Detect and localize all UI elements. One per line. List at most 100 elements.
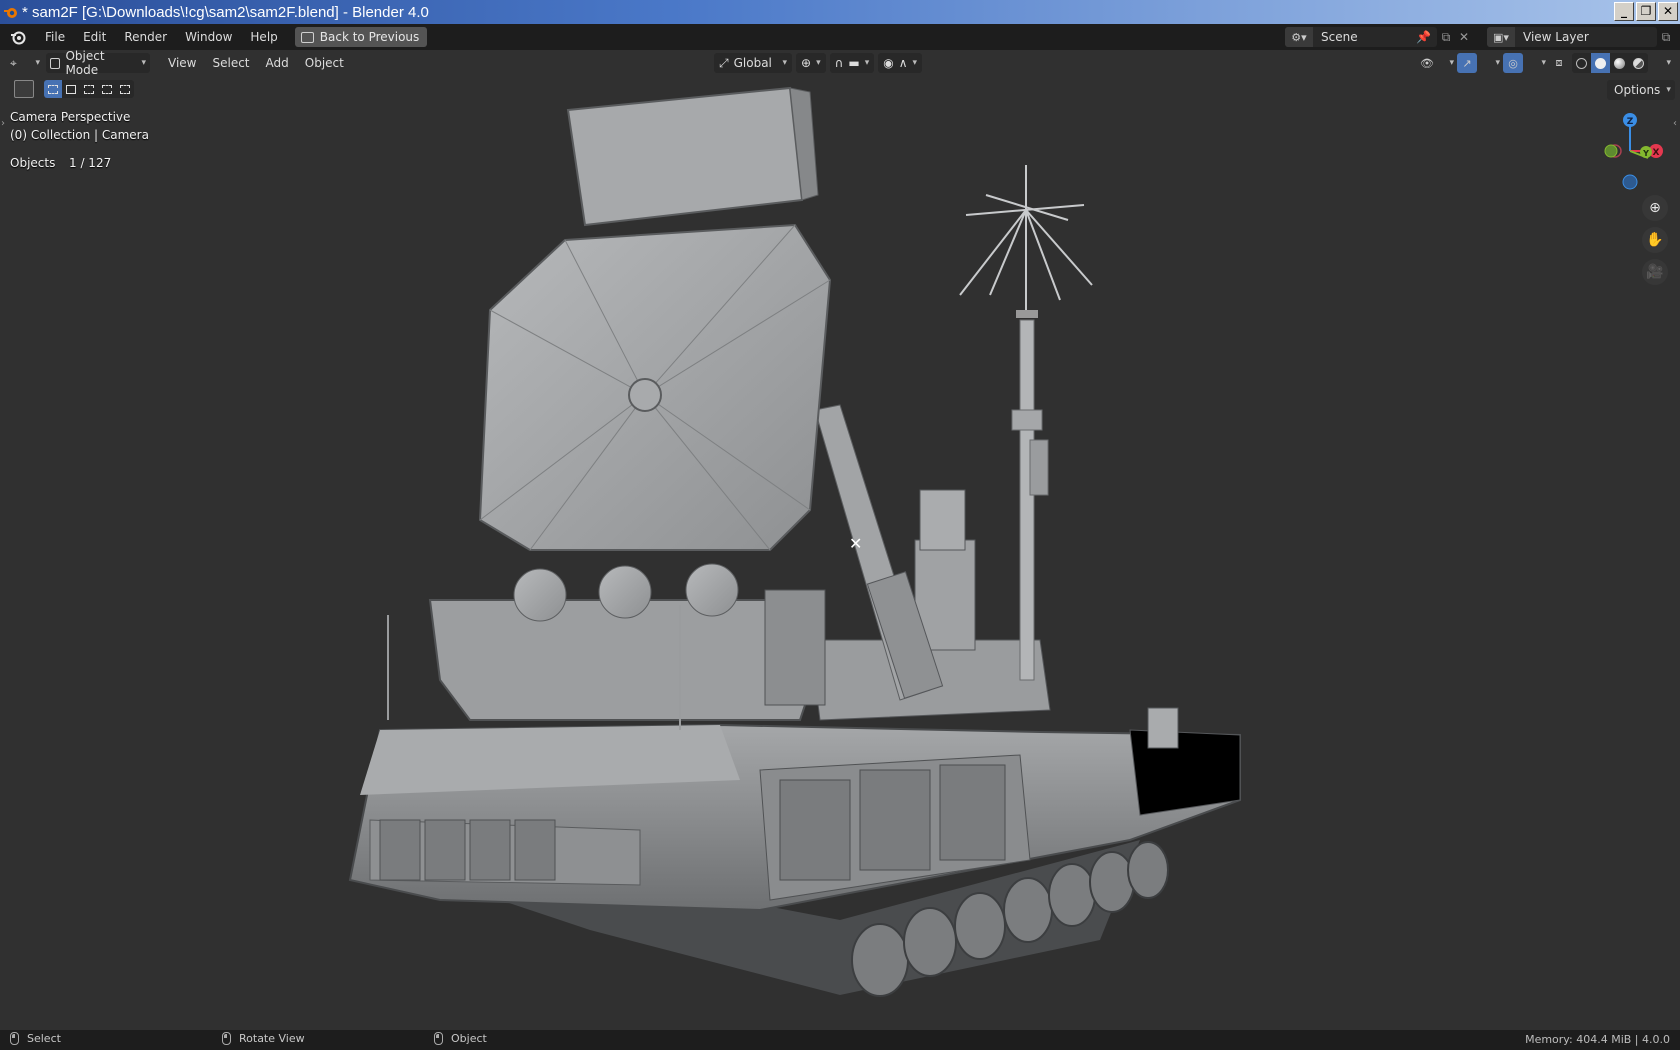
shading-dropdown[interactable]: ▾ [1651,53,1671,73]
material-shading-button[interactable] [1610,53,1629,73]
objects-stat-label: Objects [10,156,56,170]
overlays-toggle[interactable]: ◎ [1503,53,1523,73]
menu-help[interactable]: Help [241,26,286,48]
navigation-gizmo[interactable]: Z X Y [1590,108,1670,198]
select-invert-icon [102,84,112,94]
wireframe-sphere-icon [1576,57,1587,69]
select-new-icon [48,84,58,94]
toolbar-expand-icon[interactable]: › [1,118,5,129]
menu-file[interactable]: File [36,26,74,48]
status-select-label: Select [27,1032,61,1045]
editor-type-button[interactable]: ⌖ ▾ [10,53,40,73]
rendered-sphere-icon [1633,57,1644,69]
scene-icon[interactable]: ⚙▾ [1285,27,1313,47]
object-mode-dropdown[interactable]: Object Mode ▾ [46,49,150,77]
chevron-down-icon: ▾ [1541,58,1546,68]
window-title: * sam2F [G:\Downloads\!cg\sam2\sam2F.ble… [22,3,429,21]
transform-orientation-dropdown[interactable]: ⤢ Global ▾ [714,53,792,73]
wireframe-shading-button[interactable] [1572,53,1591,73]
material-sphere-icon [1614,57,1625,69]
gizmo-toggle[interactable]: ↗ [1457,53,1477,73]
proportional-editing-toggle[interactable]: ◉ ∧ ▾ [878,53,923,73]
overlays-dropdown[interactable]: ▾ [1526,53,1546,73]
back-to-previous-button[interactable]: Back to Previous [294,27,428,47]
new-scene-icon[interactable]: ⧉ [1437,27,1455,47]
sidebar-expand-icon[interactable]: ‹ [1673,118,1677,129]
menu-add[interactable]: Add [258,56,297,70]
options-dropdown[interactable]: Options ▾ [1607,80,1675,100]
back-to-previous-label: Back to Previous [319,30,420,44]
select-extend-button[interactable] [62,80,80,98]
blender-topbar: File Edit Render Window Help Back to Pre… [0,24,1680,50]
close-button[interactable]: ✕ [1658,2,1678,21]
snap-target-icon: ▬ [848,56,860,70]
xray-toggle[interactable]: ⧈ [1549,53,1569,73]
chevron-down-icon: ▾ [1666,85,1671,95]
chevron-down-icon: ▾ [912,58,918,68]
restore-button[interactable]: ❐ [1636,2,1656,21]
chevron-down-icon: ▾ [782,58,787,68]
new-view-layer-icon[interactable]: ⧉ [1657,27,1675,47]
menu-view[interactable]: View [160,56,204,70]
chevron-down-icon: ▾ [1449,58,1454,68]
scene-selector[interactable]: ⚙▾ Scene 📌 [1285,27,1437,47]
menu-window[interactable]: Window [176,26,241,48]
window-controls: _ ❐ ✕ [1614,2,1678,21]
pan-hand-icon[interactable]: ✋ [1642,227,1668,253]
mode-label: Object Mode [65,49,105,77]
camera-perspective-label: Camera Perspective [10,110,131,124]
delete-scene-icon[interactable]: ✕ [1455,27,1473,47]
y-axis-label: Y [1642,149,1649,158]
scene-selector-group: ⚙▾ Scene 📌 ⧉ ✕ ▣▾ View Layer ⧉ ✕ [1285,27,1680,47]
gizmo-dropdown[interactable]: ▾ [1480,53,1500,73]
select-subtract-button[interactable] [80,80,98,98]
select-box-tool-icon[interactable] [14,80,34,98]
blender-app-icon [4,8,17,18]
chevron-down-icon: ▾ [816,58,821,68]
view-layer-icon[interactable]: ▣▾ [1487,27,1515,47]
select-new-button[interactable] [44,80,62,98]
select-invert-button[interactable] [98,80,116,98]
radar-vehicle-model[interactable] [340,80,1260,1025]
delete-view-layer-icon[interactable]: ✕ [1675,27,1680,47]
view-layer-name[interactable]: View Layer [1523,30,1589,44]
mouse-right-icon [434,1032,443,1045]
view-layer-selector[interactable]: ▣▾ View Layer [1487,27,1657,47]
mouse-middle-icon [222,1032,231,1045]
selection-mode-group [44,80,134,98]
status-bar: Select Rotate View Object Memory: 404.4 … [0,1030,1680,1050]
pin-icon[interactable]: 📌 [1416,30,1431,44]
3d-cursor-icon: ✕ [849,534,863,553]
eye-icon: 👁 [1420,56,1434,70]
snap-toggle[interactable]: ∩ ▬ ▾ [829,53,875,73]
minimize-button[interactable]: _ [1614,2,1634,21]
select-intersect-button[interactable] [116,80,134,98]
menu-object[interactable]: Object [297,56,352,70]
memory-usage: Memory: 404.4 MiB | 4.0.0 [1525,1033,1670,1046]
camera-view-icon[interactable]: 🎥 [1642,259,1668,285]
3d-view-icon: ⌖ [10,55,17,70]
proportional-icon: ◉ [883,56,894,70]
scene-name[interactable]: Scene [1321,30,1358,44]
transform-tools: ⤢ Global ▾ ⊕ ▾ ∩ ▬ ▾ ◉ ∧ ▾ [714,53,923,73]
z-axis-label: Z [1627,117,1634,127]
menu-select[interactable]: Select [204,56,257,70]
viewport-display-tools: 👁 ▾ ↗ ▾ ◎ ▾ ⧈ ▾ [1420,53,1671,73]
screen-back-icon [300,31,314,43]
chevron-down-icon: ▾ [1666,58,1671,68]
xray-icon: ⧈ [1555,56,1563,69]
menu-edit[interactable]: Edit [74,26,115,48]
menu-render[interactable]: Render [115,26,176,48]
blender-logo-icon[interactable] [10,29,26,45]
solid-shading-button[interactable] [1591,53,1610,73]
visibility-dropdown[interactable]: 👁 ▾ [1420,53,1454,73]
status-select: Select [10,1032,61,1045]
chevron-down-icon: ▾ [1495,58,1500,68]
rendered-shading-button[interactable] [1629,53,1648,73]
zoom-icon[interactable]: ⊕ [1642,195,1668,221]
neg-y-axis-handle [1604,144,1618,158]
pivot-icon: ⊕ [801,56,812,70]
pivot-point-dropdown[interactable]: ⊕ ▾ [796,53,826,73]
gizmo-icon: ↗ [1462,56,1472,70]
status-rotate-label: Rotate View [239,1032,305,1045]
